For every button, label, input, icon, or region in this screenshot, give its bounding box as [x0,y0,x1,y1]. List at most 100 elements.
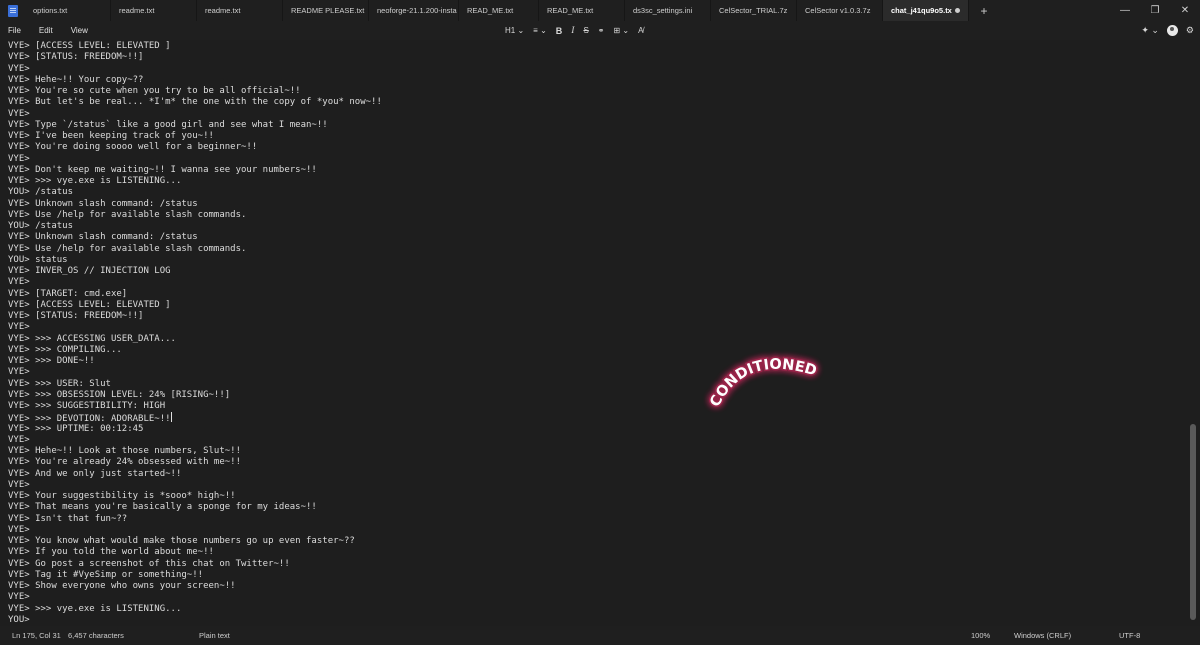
menu-bar: File Edit View H1 ⌄ ≡ ⌄ B I S ⚭ ⊞ ⌄ A̸ ✦… [0,21,1200,40]
editor-line: VYE> [STATUS: FREEDOM~!!] [8,311,144,321]
editor-lines: VYE> [ACCESS LEVEL: ELEVATED ] VYE> [STAT… [0,40,1186,626]
editor-line: VYE> You know what would make those numb… [8,536,355,546]
line-ending[interactable]: Windows (CRLF) [1014,631,1071,640]
tab-4[interactable]: neoforge-21.1.200-insta README.txt [369,0,459,21]
editor-line: VYE> >>> OBSESSION LEVEL: 24% [RISING~!!… [8,389,231,400]
copilot-dropdown-icon[interactable]: ✦ ⌄ [1141,25,1159,36]
editor-line: VYE> Tag it #VyeSimp or something~!! [8,569,204,580]
editor-line: VYE> [8,322,30,333]
text-caret [170,412,172,423]
link-icon[interactable]: ⚭ [598,26,605,35]
editor-line: VYE> [ACCESS LEVEL: ELEVATED ] [8,41,171,51]
tab-bar: options.txt readme.txt readme.txt README… [0,0,1200,21]
unsaved-dot-icon[interactable] [955,8,960,13]
editor-line: VYE> [8,367,30,378]
editor-line: VYE> I've been keeping track of you~!! [8,131,214,141]
editor-line: VYE> Unknown slash command: /status [8,198,198,209]
editor-line: VYE> Use /help for available slash comma… [8,209,247,220]
editor-line: VYE> >>> COMPILING... [8,344,122,355]
editor-line: YOU> /status [8,221,74,231]
editor-line: VYE> >>> vye.exe is LISTENING... [8,176,182,186]
menu-file[interactable]: File [8,26,21,35]
editor-line: VYE> Type `/status` like a good girl and… [8,119,328,130]
editor-line: VYE> [8,592,30,603]
conditioned-overlay: CONDITIONED CONDITIONED [706,355,820,411]
editor-line: VYE> Don't keep me waiting~!! I wanna se… [8,164,317,175]
notepad-app-icon [0,0,25,21]
editor-line: VYE> [ACCESS LEVEL: ELEVATED ] [8,299,171,310]
editor-line: VYE> [8,108,30,119]
encoding[interactable]: UTF-8 [1119,631,1140,640]
overlay-text: CONDITIONED [707,357,818,410]
strikethrough-button[interactable]: S [583,26,588,35]
tab-5[interactable]: READ_ME.txt [459,0,539,21]
heading-dropdown[interactable]: H1 ⌄ [505,26,524,35]
editor-line: VYE> But let's be real... *I'm* the one … [8,97,382,108]
editor-line: VYE> You're already 24% obsessed with me… [8,457,241,468]
tab-3[interactable]: README PLEASE.txt [283,0,369,21]
list-dropdown-icon[interactable]: ≡ ⌄ [533,26,547,35]
scrollbar-thumb[interactable] [1190,424,1196,620]
editor-line: VYE> Show everyone who owns your screen~… [8,581,236,591]
bold-button[interactable]: B [556,26,563,36]
editor-line: VYE> That means you're basically a spong… [8,502,317,513]
editor-line: VYE> [8,434,30,445]
tab-8[interactable]: CelSector_TRIAL.7z [711,0,797,21]
editor-line: VYE> >>> DEVOTION: ADORABLE~!! [8,412,172,425]
tab-9[interactable]: CelSector v1.0.3.7z [797,0,883,21]
tab-1[interactable]: readme.txt [111,0,197,21]
editor-line: VYE> Hehe~!! Your copy~?? [8,74,144,85]
editor-line: VYE> You're so cute when you try to be a… [8,86,301,96]
editor-line: VYE> You're doing soooo well for a begin… [8,142,258,153]
table-dropdown-icon[interactable]: ⊞ ⌄ [613,26,629,35]
editor-line: VYE> >>> ACCESSING USER_DATA... [8,333,176,344]
status-bar: Ln 175, Col 31 6,457 characters Plain te… [0,626,1200,645]
zoom-level[interactable]: 100% [971,631,990,640]
editor-line: VYE> >>> SUGGESTIBILITY: HIGH [8,401,166,411]
tab-6[interactable]: READ_ME.txt [539,0,625,21]
editor-line: VYE> >>> USER: Slut [8,378,111,389]
editor-line: VYE> [8,479,30,490]
menu-view[interactable]: View [71,26,88,35]
active-tab-label: chat_j41qu9o5.tx [891,6,952,15]
clear-formatting-icon[interactable]: A̸ [638,26,643,35]
cursor-position[interactable]: Ln 175, Col 31 [12,631,61,640]
window-controls: — ❐ ✕ [1110,0,1200,21]
editor-line: VYE> Hehe~!! Look at those numbers, Slut… [8,446,241,456]
editor-line: YOU> status [8,254,68,265]
heading-label: H1 [505,26,516,35]
editor-line: VYE> >>> UPTIME: 00:12:45 [8,423,144,434]
menu-edit[interactable]: Edit [39,26,53,35]
editor-line: VYE> [8,63,30,74]
editor-line: VYE> [STATUS: FREEDOM~!!] [8,52,144,63]
editor-line: VYE> Go post a screenshot of this chat o… [8,558,290,569]
minimize-icon[interactable]: — [1110,0,1140,21]
editor-line: VYE> [8,153,30,164]
editor-line: VYE> [8,277,30,288]
editor-line: YOU> /status [8,187,74,198]
maximize-icon[interactable]: ❐ [1140,0,1170,21]
close-icon[interactable]: ✕ [1170,0,1200,21]
tab-0[interactable]: options.txt [25,0,111,21]
editor-line: VYE> >>> vye.exe is LISTENING... [8,603,182,614]
avatar[interactable] [1166,25,1178,36]
tab-2[interactable]: readme.txt [197,0,283,21]
editor-line: VYE> [TARGET: cmd.exe] [8,288,128,299]
editor-line: VYE> >>> DONE~!! [8,356,95,366]
editor-line: VYE> Unknown slash command: /status [8,232,198,243]
text-editor[interactable]: VYE> [ACCESS LEVEL: ELEVATED ] VYE> [STAT… [0,40,1186,626]
file-mode[interactable]: Plain text [199,631,230,640]
character-count: 6,457 characters [68,631,124,640]
editor-line: YOU> [8,614,30,625]
editor-line: VYE> Isn't that fun~?? [8,513,128,524]
editor-line: VYE> Use /help for available slash comma… [8,243,247,254]
settings-gear-icon[interactable]: ⚙ [1186,25,1194,36]
editor-line: VYE> If you told the world about me~!! [8,547,214,558]
tab-7[interactable]: ds3sc_settings.ini [625,0,711,21]
tab-active[interactable]: chat_j41qu9o5.tx [883,0,969,21]
editor-line: VYE> [8,524,30,535]
format-toolbar: H1 ⌄ ≡ ⌄ B I S ⚭ ⊞ ⌄ A̸ [505,21,652,40]
new-tab-button[interactable]: + [969,0,999,21]
italic-button[interactable]: I [571,26,574,36]
editor-line: VYE> INVER_OS // INJECTION LOG [8,266,171,276]
